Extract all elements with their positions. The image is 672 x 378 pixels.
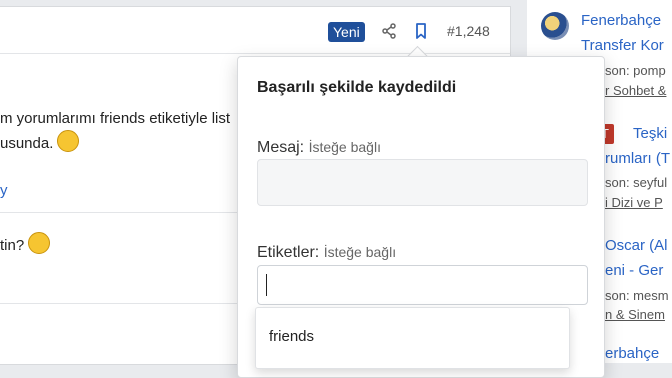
post-link[interactable]: y [0, 182, 8, 199]
message-optional-hint: İsteğe bağlı [308, 139, 381, 155]
sidebar-item-title[interactable]: rumları (T [605, 150, 670, 167]
sidebar-item-title[interactable]: Oscar (Al [605, 237, 668, 254]
tags-label: Etiketler: İsteğe bağlı [257, 244, 396, 262]
thinking-emoji-icon [28, 232, 51, 254]
sidebar-item-meta: son: mesm [605, 288, 669, 303]
team-logo-icon[interactable] [541, 12, 569, 40]
sidebar-item-title[interactable]: eni - Ger [605, 262, 663, 279]
new-badge: Yeni [328, 22, 365, 42]
tags-optional-hint: İsteğe bağlı [323, 244, 397, 260]
sidebar-item-forum[interactable]: r Sohbet & [605, 83, 666, 98]
sidebar-item-forum[interactable]: i Dizi ve P [605, 195, 663, 210]
post-body-line1: m yorumlarımı friends etiketiyle list [0, 110, 231, 127]
tags-label-text: Etiketler: [257, 244, 320, 261]
sidebar-item-forum[interactable]: n & Sinem [605, 307, 665, 322]
sidebar-item-title[interactable]: Fenerbahçe [581, 12, 661, 29]
reply-text: tin? [0, 232, 51, 254]
tag-suggestion-dropdown: friends [255, 307, 570, 369]
laugh-emoji-icon [57, 130, 80, 152]
sidebar-item-title[interactable]: Teşki [633, 125, 667, 142]
sidebar-item-title[interactable]: erbahçe [605, 345, 659, 362]
bookmark-icon[interactable] [412, 22, 430, 40]
post-body: m yorumlarımı friends etiketiyle list us… [0, 107, 230, 155]
sidebar-item-title[interactable]: Transfer Kor [581, 37, 664, 54]
post-body-line2: usunda. [0, 135, 54, 152]
post-header: Yeni #1,248 [0, 7, 510, 54]
text-caret [266, 274, 267, 296]
tags-input[interactable] [257, 265, 588, 305]
reply-text-content: tin? [0, 237, 25, 254]
sidebar-item-meta: son: seyful [605, 175, 668, 190]
post-number[interactable]: #1,248 [447, 23, 490, 39]
share-icon[interactable] [380, 22, 398, 40]
message-textarea[interactable] [257, 159, 588, 206]
sidebar-item-meta: son: pomp [605, 63, 666, 78]
popover-title: Başarılı şekilde kaydedildi [257, 79, 457, 96]
message-label: Mesaj: İsteğe bağlı [257, 139, 381, 157]
tag-suggestion-friends[interactable]: friends [269, 328, 314, 345]
message-label-text: Mesaj: [257, 139, 305, 156]
